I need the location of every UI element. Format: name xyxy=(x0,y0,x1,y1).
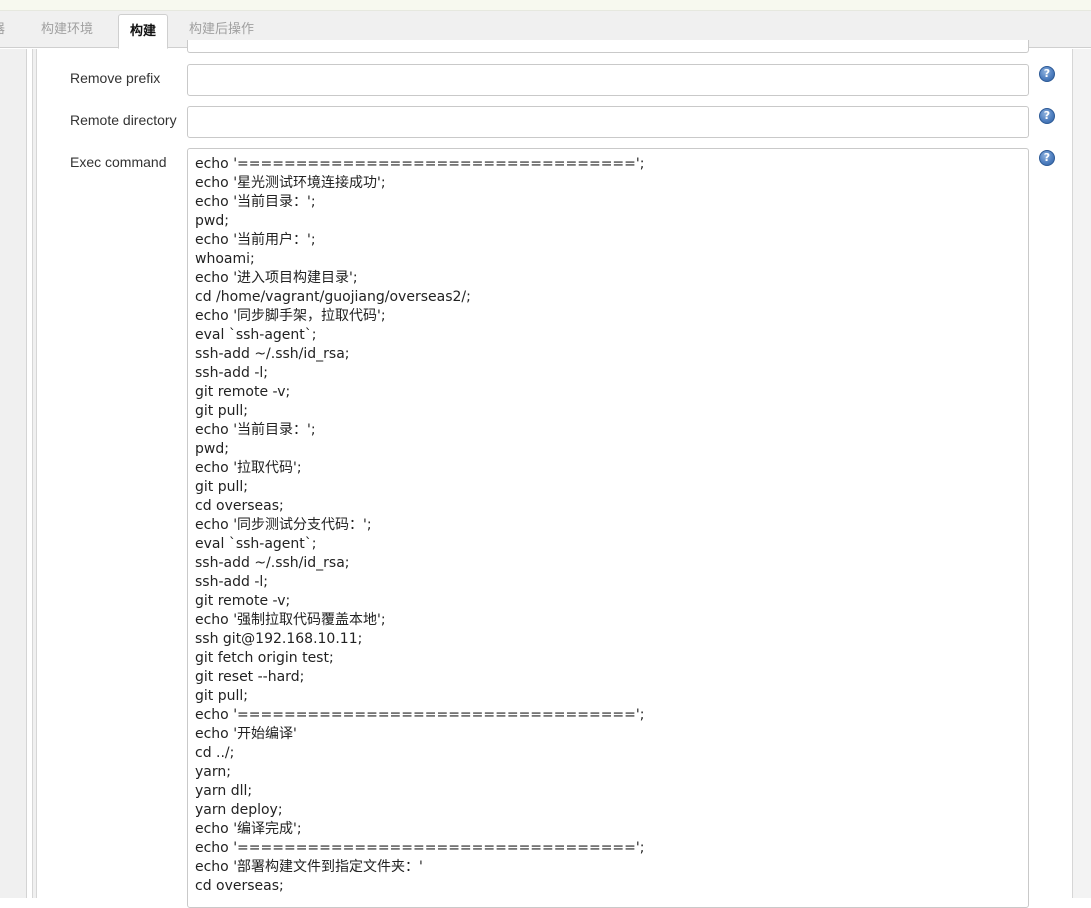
section-left-border xyxy=(32,49,37,898)
exec-command-label: Exec command xyxy=(70,154,167,170)
command-line: cd overseas; xyxy=(195,498,284,514)
previous-field-edge xyxy=(187,40,1029,53)
command-line: yarn deploy; xyxy=(195,802,283,818)
command-line: ssh-add ~/.ssh/id_rsa; xyxy=(195,555,350,571)
command-line: echo '同步测试分支代码：'; xyxy=(195,517,372,533)
command-line: cd ../; xyxy=(195,745,235,761)
right-gutter xyxy=(1072,49,1091,898)
command-line: echo '==================================… xyxy=(195,156,645,172)
command-line: pwd; xyxy=(195,441,229,457)
command-line: yarn; xyxy=(195,764,231,780)
command-line: echo '当前目录：'; xyxy=(195,194,316,210)
command-line: whoami; xyxy=(195,251,255,267)
help-icon[interactable]: ? xyxy=(1039,66,1055,82)
command-line: pwd; xyxy=(195,213,229,229)
command-line: echo '开始编译' xyxy=(195,726,297,742)
exec-command-textarea[interactable]: echo '==================================… xyxy=(187,148,1029,908)
tab-build-environment[interactable]: 构建环境 xyxy=(41,11,93,48)
command-line: echo '编译完成'; xyxy=(195,821,302,837)
command-line: git reset --hard; xyxy=(195,669,305,685)
command-line: echo '==================================… xyxy=(195,840,645,856)
command-line: yarn dll; xyxy=(195,783,253,799)
command-line: echo '当前目录：'; xyxy=(195,422,316,438)
command-line: ssh-add -l; xyxy=(195,574,268,590)
remote-directory-input[interactable] xyxy=(187,106,1029,138)
command-line: eval `ssh-agent`; xyxy=(195,327,317,343)
remove-prefix-label: Remove prefix xyxy=(70,70,161,86)
command-line: cd overseas; xyxy=(195,878,284,894)
command-line: git pull; xyxy=(195,688,248,704)
command-line: git remote -v; xyxy=(195,384,291,400)
command-line: echo '进入项目构建目录'; xyxy=(195,270,358,286)
tab-trigger-partial[interactable]: 器 xyxy=(0,11,5,48)
command-line: echo '当前用户：'; xyxy=(195,232,316,248)
command-line: ssh-add ~/.ssh/id_rsa; xyxy=(195,346,350,362)
command-line: ssh-add -l; xyxy=(195,365,268,381)
command-line: git fetch origin test; xyxy=(195,650,334,666)
command-line: ssh git@192.168.10.11; xyxy=(195,631,363,647)
command-line: echo '部署构建文件到指定文件夹：' xyxy=(195,859,423,875)
command-line: cd /home/vagrant/guojiang/overseas2/; xyxy=(195,289,471,305)
help-icon[interactable]: ? xyxy=(1039,150,1055,166)
command-line: echo '同步脚手架，拉取代码'; xyxy=(195,308,386,324)
command-line: echo '强制拉取代码覆盖本地'; xyxy=(195,612,386,628)
help-icon[interactable]: ? xyxy=(1039,108,1055,124)
command-line: echo '拉取代码'; xyxy=(195,460,302,476)
remote-directory-label: Remote directory xyxy=(70,112,177,128)
left-gutter xyxy=(0,49,27,898)
remove-prefix-input[interactable] xyxy=(187,64,1029,96)
command-line: git pull; xyxy=(195,403,248,419)
command-line: eval `ssh-agent`; xyxy=(195,536,317,552)
top-strip xyxy=(0,0,1091,11)
command-line: echo '==================================… xyxy=(195,707,645,723)
command-line: echo '星光测试环境连接成功'; xyxy=(195,175,386,191)
command-line: git remote -v; xyxy=(195,593,291,609)
command-line: git pull; xyxy=(195,479,248,495)
tab-build[interactable]: 构建 xyxy=(118,14,168,49)
